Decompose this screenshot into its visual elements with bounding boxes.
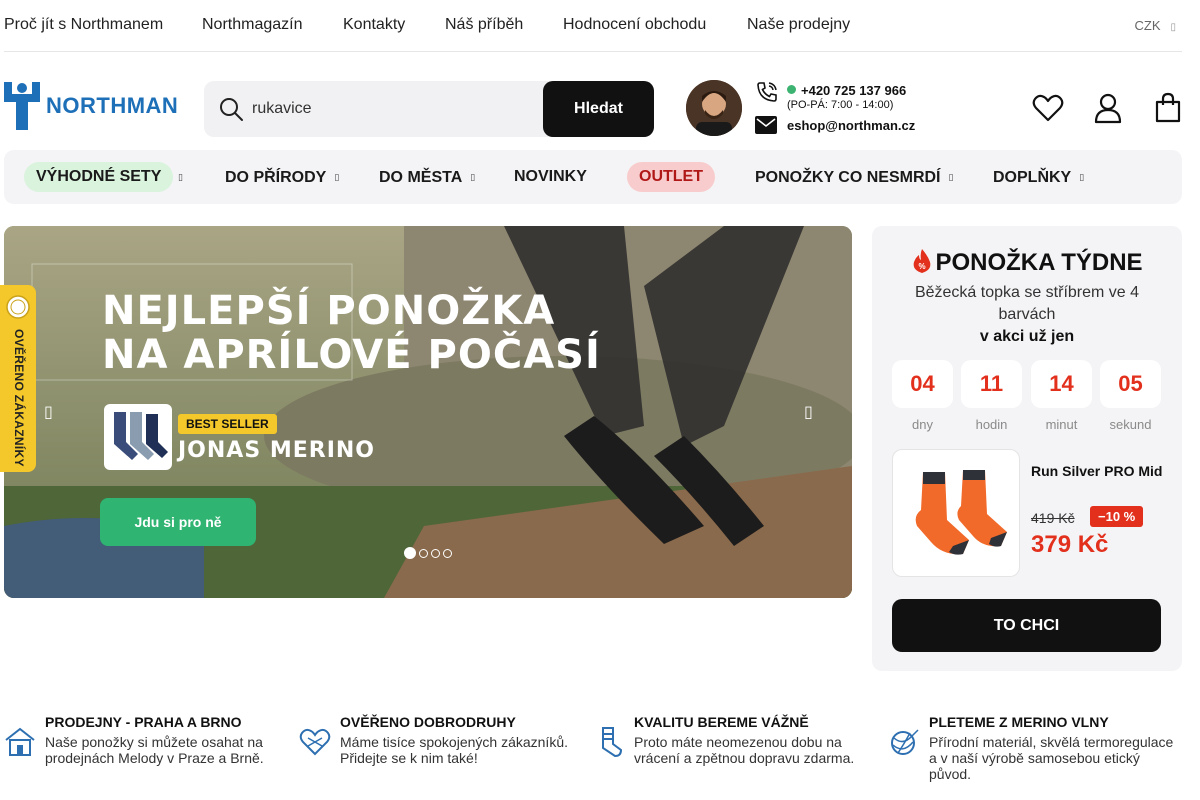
- carousel-dot[interactable]: [443, 549, 452, 558]
- countdown-days: 04: [892, 360, 953, 408]
- email-link[interactable]: eshop@northman.cz: [787, 118, 915, 133]
- store-icon: [5, 727, 35, 756]
- carousel-next-icon[interactable]: ▯: [804, 402, 813, 422]
- mail-icon: [755, 116, 777, 134]
- heart-icon[interactable]: [1032, 92, 1064, 124]
- old-price: 419 Kč: [1031, 510, 1075, 526]
- sock-of-week-subtitle: Běžecká topka se stříbrem ve 4 barvách: [914, 284, 1140, 323]
- feature-text: Proto máte neomezenou dobu na vrácení a …: [634, 734, 855, 766]
- phone-icon: [757, 82, 777, 102]
- new-price: 379 Kč: [1031, 531, 1109, 558]
- feature-title: OVĚŘENO DOBRODRUHY: [340, 714, 516, 730]
- feature-title: PLETEME Z MERINO VLNY: [929, 714, 1109, 730]
- discount-badge: −10 %: [1090, 506, 1144, 527]
- feature-title: PRODEJNY - PRAHA A BRNO: [45, 714, 242, 730]
- product-image[interactable]: [892, 449, 1020, 577]
- countdown-seconds-label: sekund: [1109, 417, 1152, 432]
- chevron-down-icon: ▯: [1170, 22, 1176, 33]
- promo-text: v akci už jen: [979, 328, 1075, 345]
- top-link-contacts[interactable]: Kontakty: [343, 16, 405, 34]
- nav-item-sets[interactable]: VÝHODNÉ SETY: [24, 162, 174, 192]
- top-links-bar: Proč jít s Northmanem Northmagazín Konta…: [4, 0, 1182, 52]
- nav-item-socks[interactable]: PONOŽKY CO NESMRDÍ ▯: [755, 162, 953, 192]
- search-button[interactable]: Hledat: [543, 81, 654, 137]
- logo-text: NORTHMAN: [46, 93, 179, 118]
- feature-text: Máme tisíce spokojených zákazníků. Přide…: [340, 734, 568, 766]
- nav-item-nature[interactable]: DO PŘÍRODY ▯: [225, 162, 339, 192]
- nav-item-label: OUTLET: [639, 168, 703, 185]
- currency-label: CZK: [1134, 18, 1161, 33]
- nav-item-new[interactable]: NOVINKY: [514, 162, 587, 192]
- logo[interactable]: NORTHMAN: [4, 82, 178, 130]
- sock-of-week-title-text: PONOŽKA TÝDNE: [935, 249, 1143, 276]
- chevron-down-icon: ▯: [178, 172, 183, 182]
- nav-item-label: VÝHODNÉ SETY: [36, 168, 162, 185]
- verified-customers-badge[interactable]: OVĚŘENO ZÁKAZNÍKY: [0, 285, 36, 472]
- countdown-minutes: 14: [1031, 360, 1092, 408]
- heart-icon: [299, 728, 331, 756]
- chevron-down-icon: ▯: [334, 172, 340, 182]
- countdown-days-label: dny: [912, 417, 933, 432]
- carousel-dot[interactable]: [404, 547, 416, 559]
- search-input[interactable]: [252, 95, 532, 123]
- phone-number-text: +420 725 137 966: [801, 83, 907, 98]
- nav-item-label: PONOŽKY CO NESMRDÍ: [755, 169, 941, 186]
- feature-text: Přírodní materiál, skvělá termoregulace …: [929, 734, 1174, 782]
- sock-icon: [602, 727, 623, 758]
- banner-cta-button[interactable]: Jdu si pro ně: [100, 498, 256, 546]
- logo-figure-icon: [4, 82, 40, 130]
- top-link-northmagazin[interactable]: Northmagazín: [202, 16, 303, 34]
- countdown-hours: 11: [961, 360, 1022, 408]
- chevron-down-icon: ▯: [948, 172, 954, 182]
- user-icon[interactable]: [1092, 92, 1124, 124]
- nav-item-label: DO PŘÍRODY: [225, 169, 327, 186]
- verified-seal-icon: [6, 295, 30, 319]
- nav-caret-sets[interactable]: ▯: [178, 162, 183, 192]
- chevron-down-icon: ▯: [470, 172, 476, 182]
- countdown-minutes-label: minut: [1045, 417, 1078, 432]
- banner-product-image: [104, 404, 172, 470]
- carousel-dot[interactable]: [431, 549, 440, 558]
- fire-icon: %: [914, 249, 931, 273]
- nav-item-label: DO MĚSTA: [379, 169, 463, 186]
- banner-headline-1: NEJLEPŠÍ PONOŽKA: [102, 288, 556, 334]
- main-navigation: VÝHODNÉ SETY ▯ DO PŘÍRODY ▯ DO MĚSTA ▯ NOV…: [4, 150, 1182, 204]
- phone-number[interactable]: +420 725 137 966: [787, 83, 906, 98]
- nav-item-label: NOVINKY: [514, 168, 587, 185]
- best-seller-badge: BEST SELLER: [178, 414, 277, 434]
- verified-badge-label: OVĚŘENO ZÁKAZNÍKY: [12, 329, 26, 467]
- nav-item-outlet[interactable]: OUTLET: [627, 162, 715, 192]
- carousel-dots: [404, 545, 455, 563]
- product-name[interactable]: Run Silver PRO Mid: [1031, 463, 1171, 479]
- feature-title: KVALITU BEREME VÁŽNĚ: [634, 714, 809, 730]
- feature-text: Naše ponožky si můžete osahat na prodejn…: [45, 734, 264, 766]
- support-avatar: [686, 80, 742, 136]
- svg-text:%: %: [919, 262, 926, 271]
- cart-icon[interactable]: [1152, 92, 1184, 124]
- opening-hours: (PO-PÁ: 7:00 - 14:00): [787, 99, 894, 111]
- top-link-why-northman[interactable]: Proč jít s Northmanem: [4, 16, 163, 34]
- banner-headline-2: NA APRÍLOVÉ POČASÍ: [102, 332, 601, 378]
- nav-item-city[interactable]: DO MĚSTA ▯: [379, 162, 475, 192]
- carousel-dot[interactable]: [419, 549, 428, 558]
- sock-of-week-title: % PONOŽKA TÝDNE: [872, 248, 1182, 277]
- banner-product-name: JONAS MERINO: [178, 438, 375, 463]
- top-link-store-rating[interactable]: Hodnocení obchodu: [563, 16, 706, 34]
- sock-of-week-panel: % PONOŽKA TÝDNE Běžecká topka se stříbre…: [872, 226, 1182, 671]
- chevron-down-icon: ▯: [1079, 172, 1085, 182]
- hero-banner[interactable]: NEJLEPŠÍ PONOŽKA NA APRÍLOVÉ POČASÍ BEST…: [4, 226, 852, 598]
- countdown-hours-label: hodin: [975, 417, 1008, 432]
- top-link-our-stores[interactable]: Naše prodejny: [747, 16, 850, 34]
- search-icon: [220, 98, 243, 121]
- buy-now-button[interactable]: TO CHCI: [892, 599, 1161, 652]
- carousel-prev-icon[interactable]: ▯: [44, 402, 53, 422]
- top-link-our-story[interactable]: Náš příběh: [445, 16, 523, 34]
- yarn-icon: [891, 729, 919, 755]
- nav-item-accessories[interactable]: DOPLŇKY ▯: [993, 162, 1084, 192]
- search-bar: Hledat: [204, 81, 654, 137]
- currency-selector[interactable]: CZK ▯: [1134, 18, 1176, 33]
- online-status-dot: [787, 85, 796, 94]
- countdown-seconds: 05: [1100, 360, 1161, 408]
- nav-item-label: DOPLŇKY: [993, 169, 1072, 186]
